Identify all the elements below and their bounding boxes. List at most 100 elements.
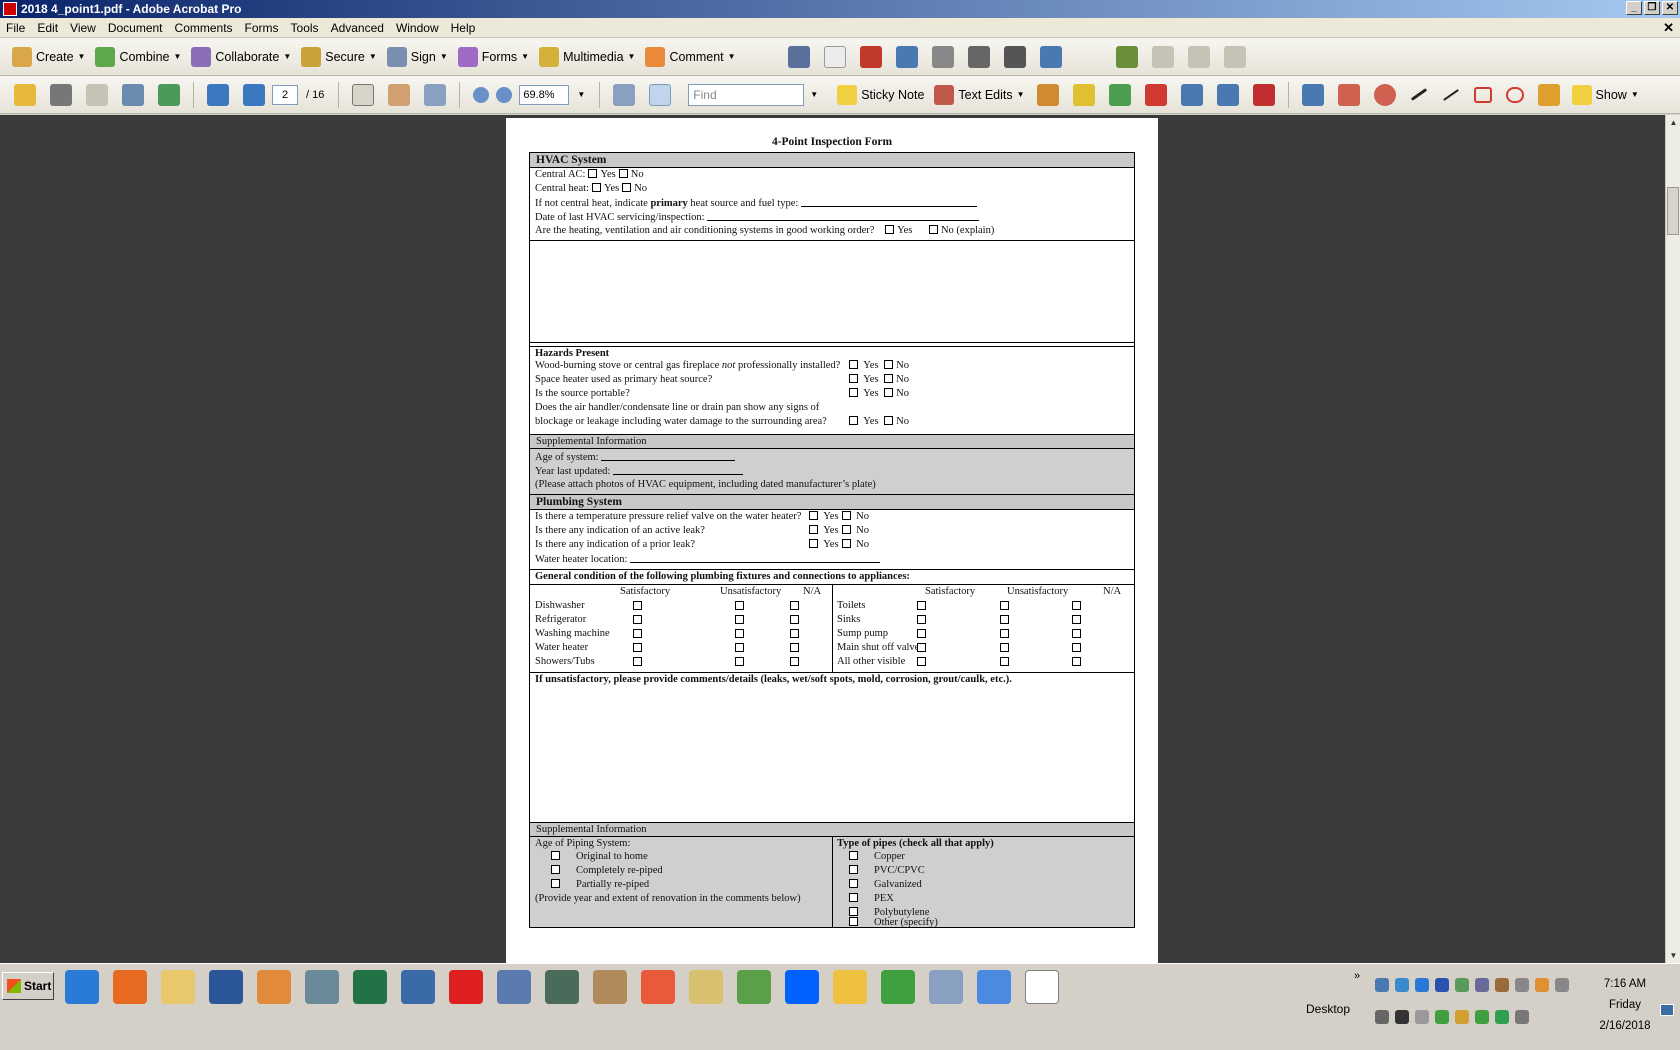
hazard-q2-yes-checkbox[interactable] bbox=[849, 374, 858, 383]
menu-edit[interactable]: Edit bbox=[31, 21, 64, 35]
file-explorer-icon[interactable] bbox=[161, 970, 195, 1004]
scroll-down-icon[interactable]: ▼ bbox=[1666, 948, 1680, 963]
reader-app-icon[interactable] bbox=[305, 970, 339, 1004]
piping-partially-checkbox[interactable] bbox=[551, 879, 560, 888]
excel-icon[interactable] bbox=[353, 970, 387, 1004]
page-number-icon[interactable] bbox=[1003, 45, 1026, 68]
fixture-right-0-sat-checkbox[interactable] bbox=[917, 601, 926, 610]
zoom-input[interactable]: 69.8% bbox=[519, 84, 570, 105]
tray-app-icon[interactable] bbox=[1455, 978, 1469, 992]
menu-advanced[interactable]: Advanced bbox=[325, 21, 390, 35]
print-icon[interactable] bbox=[50, 83, 72, 106]
tray-photo-icon[interactable] bbox=[1495, 978, 1509, 992]
fixture-right-0-unsat-checkbox[interactable] bbox=[1000, 601, 1009, 610]
strikethrough-icon[interactable] bbox=[1144, 83, 1167, 106]
fixture-left-0-unsat-checkbox[interactable] bbox=[735, 601, 744, 610]
fixture-left-2-sat-checkbox[interactable] bbox=[633, 629, 642, 638]
mail-icon[interactable] bbox=[833, 970, 867, 1004]
combine-button[interactable]: Combine ▼ bbox=[95, 46, 181, 67]
document-close-icon[interactable]: ✕ bbox=[1663, 20, 1674, 36]
plumb-q1-yes-checkbox[interactable] bbox=[809, 511, 818, 520]
fixture-left-1-na-checkbox[interactable] bbox=[790, 615, 799, 624]
fixture-left-4-sat-checkbox[interactable] bbox=[633, 657, 642, 666]
text-field-icon[interactable] bbox=[967, 45, 990, 68]
document-app-icon[interactable] bbox=[401, 970, 435, 1004]
malwarebytes-icon[interactable] bbox=[1435, 978, 1449, 992]
stamp-icon[interactable] bbox=[1036, 83, 1059, 106]
fixture-right-3-na-checkbox[interactable] bbox=[1072, 643, 1081, 652]
fixture-left-4-unsat-checkbox[interactable] bbox=[735, 657, 744, 666]
marquee-zoom-icon[interactable] bbox=[424, 83, 447, 106]
piping-completely-checkbox[interactable] bbox=[551, 865, 560, 874]
page-number-input[interactable]: 2 bbox=[272, 84, 298, 105]
menu-help[interactable]: Help bbox=[445, 21, 482, 35]
zoom-out-icon[interactable] bbox=[473, 86, 490, 103]
underline-icon[interactable] bbox=[1108, 83, 1131, 106]
acrobat-task-icon[interactable] bbox=[1025, 970, 1059, 1004]
plumb-q3-yes-checkbox[interactable] bbox=[809, 539, 818, 548]
piping-original-checkbox[interactable] bbox=[551, 851, 560, 860]
full-screen-icon[interactable] bbox=[649, 83, 672, 106]
minimize-button[interactable]: _ bbox=[1626, 1, 1642, 15]
menu-comments[interactable]: Comments bbox=[169, 21, 239, 35]
arrow-tool-icon[interactable] bbox=[1410, 88, 1427, 101]
fixture-left-1-unsat-checkbox[interactable] bbox=[735, 615, 744, 624]
vlc-icon[interactable] bbox=[737, 970, 771, 1004]
email-icon[interactable] bbox=[122, 83, 144, 106]
headset-icon[interactable] bbox=[1535, 978, 1549, 992]
plumb-q1-no-checkbox[interactable] bbox=[841, 511, 851, 520]
hazard-q1-yes-checkbox[interactable] bbox=[849, 360, 858, 369]
text-box-icon[interactable] bbox=[1301, 83, 1324, 106]
ok-button-icon[interactable] bbox=[823, 45, 846, 68]
find-dropdown-icon[interactable]: ▼ bbox=[810, 90, 818, 99]
network-icon[interactable] bbox=[1375, 978, 1389, 992]
fixture-left-0-na-checkbox[interactable] bbox=[790, 601, 799, 610]
close-button[interactable]: ✕ bbox=[1662, 1, 1678, 15]
menu-file[interactable]: File bbox=[0, 21, 31, 35]
photo-app-icon[interactable] bbox=[593, 970, 627, 1004]
fixture-right-1-unsat-checkbox[interactable] bbox=[1000, 615, 1009, 624]
previous-page-icon[interactable] bbox=[207, 83, 229, 106]
battery-icon[interactable] bbox=[1475, 1010, 1489, 1024]
chrome-icon[interactable] bbox=[977, 970, 1011, 1004]
fixture-right-0-na-checkbox[interactable] bbox=[1072, 601, 1081, 610]
fixture-right-3-unsat-checkbox[interactable] bbox=[1000, 643, 1009, 652]
save-icon[interactable] bbox=[86, 83, 108, 106]
plumb-q2-yes-checkbox[interactable] bbox=[809, 525, 818, 534]
hazard-q1-no-checkbox[interactable] bbox=[884, 360, 894, 369]
windows-update-icon[interactable] bbox=[881, 970, 915, 1004]
hvac-explain-area[interactable] bbox=[530, 241, 1134, 341]
fixture-left-0-sat-checkbox[interactable] bbox=[633, 601, 642, 610]
plumb-q3-no-checkbox[interactable] bbox=[841, 539, 851, 548]
text-edits-button[interactable]: Text Edits ▼ bbox=[934, 84, 1025, 105]
fixture-right-1-na-checkbox[interactable] bbox=[1072, 615, 1081, 624]
monitor-app-icon[interactable] bbox=[545, 970, 579, 1004]
display-icon[interactable] bbox=[1395, 1010, 1409, 1024]
comment-button[interactable]: Comment ▼ bbox=[645, 46, 736, 67]
pipe-pex-checkbox[interactable] bbox=[849, 893, 858, 902]
menu-tools[interactable]: Tools bbox=[285, 21, 325, 35]
oval-tool-icon[interactable] bbox=[1505, 86, 1524, 103]
central-heat-yes-checkbox[interactable] bbox=[591, 183, 601, 192]
hazard-q4-no-checkbox[interactable] bbox=[884, 416, 894, 425]
volume-icon[interactable] bbox=[1515, 978, 1529, 992]
line-tool-icon[interactable] bbox=[1442, 88, 1459, 101]
fixture-left-2-na-checkbox[interactable] bbox=[790, 629, 799, 638]
expand-toolbar-icon[interactable]: » bbox=[1354, 970, 1360, 982]
apps-grid-icon[interactable] bbox=[641, 970, 675, 1004]
fixture-right-4-unsat-checkbox[interactable] bbox=[1000, 657, 1009, 666]
record-audio-icon[interactable] bbox=[1216, 83, 1239, 106]
pencil-icon[interactable] bbox=[1537, 83, 1560, 106]
crop-icon[interactable] bbox=[895, 45, 918, 68]
fixture-left-2-unsat-checkbox[interactable] bbox=[735, 629, 744, 638]
rectangle-tool-icon[interactable] bbox=[1473, 86, 1492, 103]
remote-app-icon[interactable] bbox=[497, 970, 531, 1004]
text-select-icon[interactable] bbox=[352, 83, 375, 106]
clipboard-icon[interactable] bbox=[1375, 1010, 1389, 1024]
cloud-icon[interactable] bbox=[1373, 83, 1396, 106]
fit-page-icon[interactable] bbox=[613, 83, 636, 106]
pipe-copper-checkbox[interactable] bbox=[849, 851, 858, 860]
pipe-pvc-checkbox[interactable] bbox=[849, 865, 858, 874]
plumbing-comments-area[interactable] bbox=[530, 689, 1134, 823]
fixture-left-3-sat-checkbox[interactable] bbox=[633, 643, 642, 652]
